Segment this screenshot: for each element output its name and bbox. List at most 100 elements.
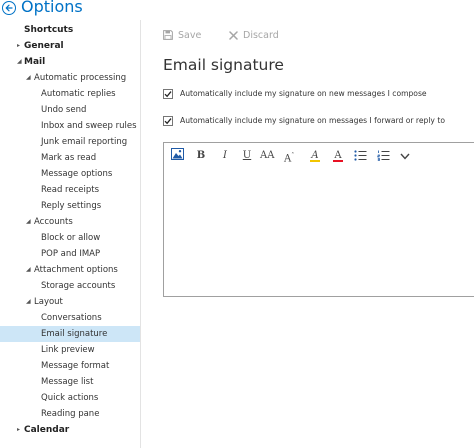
sidebar-item-email-signature[interactable]: Email signature <box>0 326 140 342</box>
sidebar-item-reply-settings[interactable]: Reply settings <box>0 198 140 214</box>
sidebar-item-label: Email signature <box>41 329 108 339</box>
sidebar-item-inbox-and-sweep-rules[interactable]: Inbox and sweep rules <box>0 118 140 134</box>
checkmark-icon <box>164 90 172 97</box>
sidebar-item-mark-as-read[interactable]: Mark as read <box>0 150 140 166</box>
discard-icon <box>229 30 238 40</box>
numbering-button[interactable] <box>377 150 390 164</box>
discard-label: Discard <box>243 29 279 41</box>
caret-down-icon[interactable]: ◢ <box>17 54 22 70</box>
sidebar-item-label: Conversations <box>41 313 102 323</box>
sidebar-item-label: Block or allow <box>41 233 101 243</box>
sidebar-item-message-list[interactable]: Message list <box>0 374 140 390</box>
bullet-list-icon <box>354 150 367 161</box>
font-color-button[interactable]: A <box>333 149 343 162</box>
more-options-button[interactable] <box>400 151 410 165</box>
header: Options <box>0 0 474 20</box>
new-messages-label: Automatically include my signature on ne… <box>180 89 427 98</box>
sidebar-item-calendar[interactable]: ▸ Calendar <box>0 422 140 438</box>
sidebar-item-read-receipts[interactable]: Read receipts <box>0 182 140 198</box>
sidebar-item-label: Calendar <box>24 425 70 435</box>
font-color-label: A <box>334 150 342 161</box>
sidebar-item-label: Mail <box>24 57 46 67</box>
sidebar-item-label: General <box>24 41 64 51</box>
main-content: Save Discard Email signature Automatical… <box>141 20 474 448</box>
forward-reply-label: Automatically include my signature on me… <box>180 116 445 125</box>
chevron-down-icon <box>400 153 410 160</box>
underline-button[interactable]: U <box>242 149 252 163</box>
sidebar-item-link-preview[interactable]: Link preview <box>0 342 140 358</box>
grow-font-button[interactable]: A˄ <box>284 149 295 164</box>
sidebar-item-label: Read receipts <box>41 185 100 195</box>
sidebar-item-shortcuts[interactable]: Shortcuts <box>0 22 140 38</box>
caret-down-icon[interactable]: ◢ <box>26 70 31 86</box>
insert-picture-button[interactable] <box>171 148 184 162</box>
new-messages-checkbox[interactable] <box>163 88 173 99</box>
sidebar-item-label: Undo send <box>41 105 87 115</box>
highlight-button[interactable]: A <box>310 149 320 162</box>
picture-icon <box>171 148 184 160</box>
page-title: Options <box>21 0 83 16</box>
forward-reply-checkbox[interactable] <box>163 115 173 126</box>
caret-down-icon[interactable]: ◢ <box>26 294 31 310</box>
caret-right-icon[interactable]: ▸ <box>17 38 20 54</box>
sidebar-item-accounts[interactable]: ◢ Accounts <box>0 214 140 230</box>
italic-button[interactable]: I <box>220 149 230 163</box>
sidebar-item-label: Shortcuts <box>24 25 74 35</box>
sidebar-item-label: Reply settings <box>41 201 102 211</box>
save-icon <box>163 30 173 40</box>
checkmark-icon <box>164 117 172 124</box>
options-sidebar: Shortcuts ▸ General ◢ Mail ◢ Automatic process… <box>0 20 141 448</box>
back-button[interactable] <box>2 1 16 15</box>
sidebar-item-junk-email-reporting[interactable]: Junk email reporting <box>0 134 140 150</box>
sidebar-item-attachment-options[interactable]: ◢ Attachment options <box>0 262 140 278</box>
sidebar-item-label: Storage accounts <box>41 281 116 291</box>
sidebar-item-pop-and-imap[interactable]: POP and IMAP <box>0 246 140 262</box>
sidebar-item-label: Inbox and sweep rules <box>41 121 137 131</box>
sidebar-item-label: Message options <box>41 169 113 179</box>
sidebar-item-label: Mark as read <box>41 153 97 163</box>
discard-button[interactable]: Discard <box>229 28 279 42</box>
sidebar-item-label: Accounts <box>34 217 73 227</box>
caret-down-icon[interactable]: ◢ <box>26 262 31 278</box>
numbered-list-icon <box>377 150 390 161</box>
option-new-messages[interactable]: Automatically include my signature on ne… <box>163 87 427 100</box>
sidebar-item-label: POP and IMAP <box>41 249 101 259</box>
sidebar-item-general[interactable]: ▸ General <box>0 38 140 54</box>
signature-editor: B I U AA A˄ A A <box>163 142 474 297</box>
highlight-label: A <box>311 150 319 161</box>
sidebar-item-automatic-processing[interactable]: ◢ Automatic processing <box>0 70 140 86</box>
caret-right-icon[interactable]: ▸ <box>17 422 20 438</box>
font-size-button[interactable]: AA <box>260 149 274 163</box>
save-button[interactable]: Save <box>163 28 201 42</box>
sidebar-item-message-options[interactable]: Message options <box>0 166 140 182</box>
sidebar-item-layout[interactable]: ◢ Layout <box>0 294 140 310</box>
sidebar-item-label: Reading pane <box>41 409 100 419</box>
grow-font-caret-icon: ˄ <box>291 152 295 159</box>
sidebar-item-label: Automatic replies <box>41 89 116 99</box>
save-label: Save <box>178 29 202 41</box>
sidebar-item-reading-pane[interactable]: Reading pane <box>0 406 140 422</box>
sidebar-item-block-or-allow[interactable]: Block or allow <box>0 230 140 246</box>
sidebar-item-label: Link preview <box>41 345 95 355</box>
sidebar-item-label: Attachment options <box>34 265 118 275</box>
bold-button[interactable]: B <box>196 149 206 163</box>
caret-down-icon[interactable]: ◢ <box>26 214 31 230</box>
sidebar-item-storage-accounts[interactable]: Storage accounts <box>0 278 140 294</box>
option-forward-reply[interactable]: Automatically include my signature on me… <box>163 114 445 127</box>
back-arrow-icon <box>5 4 13 12</box>
sidebar-item-automatic-replies[interactable]: Automatic replies <box>0 86 140 102</box>
sidebar-item-label: Layout <box>34 297 63 307</box>
sidebar-item-label: Message format <box>41 361 110 371</box>
sidebar-item-mail[interactable]: ◢ Mail <box>0 54 140 70</box>
sidebar-item-label: Automatic processing <box>34 73 127 83</box>
sidebar-item-label: Message list <box>41 377 94 387</box>
sidebar-item-label: Junk email reporting <box>41 137 128 147</box>
sidebar-item-undo-send[interactable]: Undo send <box>0 102 140 118</box>
section-heading: Email signature <box>163 56 284 74</box>
formatting-toolbar: B I U AA A˄ A A <box>164 143 474 167</box>
sidebar-item-message-format[interactable]: Message format <box>0 358 140 374</box>
signature-text-area[interactable] <box>168 171 474 292</box>
sidebar-item-quick-actions[interactable]: Quick actions <box>0 390 140 406</box>
sidebar-item-conversations[interactable]: Conversations <box>0 310 140 326</box>
bullets-button[interactable] <box>354 150 367 164</box>
